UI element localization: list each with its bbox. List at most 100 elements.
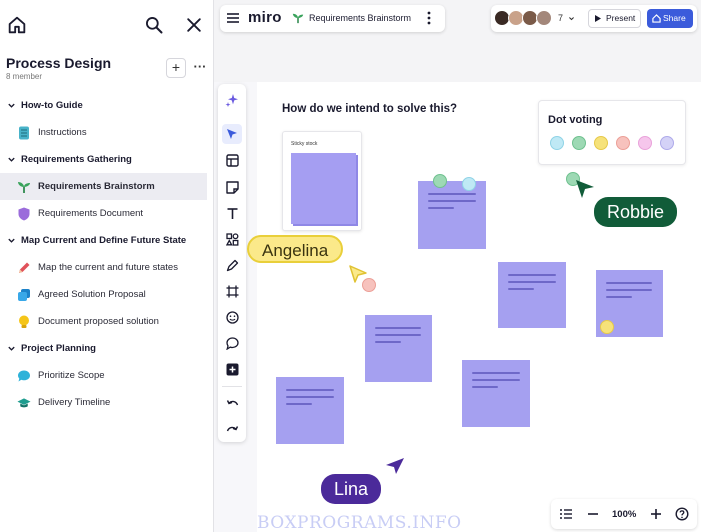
hamburger-menu-icon[interactable] (227, 11, 239, 25)
board-member-count: 8 member (6, 72, 43, 81)
note-text-line (472, 379, 520, 381)
frame-tool[interactable] (222, 281, 242, 301)
note-text-line (472, 372, 520, 374)
more-options-button[interactable]: ··· (192, 58, 208, 78)
more-vertical-icon[interactable] (426, 11, 432, 25)
note-text-line (428, 207, 454, 209)
search-icon[interactable] (144, 15, 164, 35)
cursor-pointer-icon (576, 180, 594, 198)
sticky-note-stack[interactable] (291, 153, 356, 224)
note-text-line (375, 327, 421, 329)
template-icon (225, 153, 239, 167)
select-tool[interactable] (222, 124, 242, 144)
sidebar-item-agreed-solution[interactable]: Agreed Solution Proposal (0, 281, 214, 308)
speech-bubble-icon (17, 369, 31, 383)
redo-button[interactable] (222, 420, 242, 440)
more-tools-button[interactable] (222, 359, 242, 379)
sidebar-item-label: Delivery Timeline (38, 397, 111, 408)
sidebar-item-delivery-timeline[interactable]: Delivery Timeline (0, 389, 214, 416)
vote-dot-placed[interactable] (462, 177, 476, 191)
collaborator-count[interactable]: 7 (558, 13, 563, 23)
vote-dot[interactable] (660, 136, 674, 150)
present-button[interactable]: Present (588, 9, 641, 28)
document-icon (17, 126, 31, 140)
plus-square-icon (226, 363, 238, 375)
reactions-tool[interactable] (222, 307, 242, 327)
board-title: Process Design (6, 55, 112, 71)
note-text-line (606, 282, 652, 284)
note-text-line (508, 274, 556, 276)
close-icon[interactable] (184, 15, 204, 35)
graduation-cap-icon (17, 396, 31, 410)
vote-dot-placed[interactable] (433, 174, 447, 188)
pen-icon (226, 259, 238, 271)
ai-sparkle-tool[interactable] (222, 90, 242, 110)
note-text-line (286, 389, 334, 391)
sticky-note[interactable] (276, 377, 344, 444)
sidebar-item-instructions[interactable]: Instructions (0, 119, 214, 146)
watermark: BOXPROGRAMS.INFO (257, 513, 462, 532)
cursor-tag-lina: Lina (321, 474, 382, 504)
section-how-to-guide[interactable]: How-to Guide (0, 92, 214, 119)
sticky-stock-widget[interactable]: Sticky stock (282, 131, 362, 231)
sticky-note[interactable] (462, 360, 530, 427)
present-label: Present (606, 13, 636, 23)
section-label: Map Current and Define Future State (21, 235, 187, 246)
section-label: Requirements Gathering (21, 154, 132, 165)
vote-dot[interactable] (616, 136, 630, 150)
note-text-line (606, 296, 632, 298)
section-requirements-gathering[interactable]: Requirements Gathering (0, 146, 214, 173)
sidebar-item-requirements-document[interactable]: Requirements Document (0, 200, 214, 227)
share-button[interactable]: Share (647, 9, 693, 28)
sidebar-item-label: Map the current and future states (38, 262, 178, 273)
sidebar-item-label: Agreed Solution Proposal (38, 289, 146, 300)
text-icon (227, 207, 237, 219)
sticky-note[interactable] (418, 181, 486, 249)
dot-voting-widget[interactable]: Dot voting (538, 100, 686, 165)
share-label: Share (663, 13, 686, 23)
section-map-current-define-future[interactable]: Map Current and Define Future State (0, 227, 214, 254)
add-frame-button[interactable]: + (166, 58, 186, 78)
help-icon[interactable] (675, 507, 689, 521)
comment-tool[interactable] (222, 333, 242, 353)
sticky-note[interactable] (365, 315, 432, 382)
section-label: How-to Guide (21, 100, 83, 111)
chevron-down-icon (8, 103, 15, 108)
board-name[interactable]: Requirements Brainstorm (309, 13, 411, 23)
emoji-icon (225, 310, 239, 324)
vote-dot-placed[interactable] (600, 320, 614, 334)
shapes-tool[interactable] (222, 229, 242, 249)
section-project-planning[interactable]: Project Planning (0, 335, 214, 362)
text-tool[interactable] (222, 203, 242, 223)
sticky-note[interactable] (498, 262, 566, 328)
pen-tool[interactable] (222, 255, 242, 275)
sidebar-item-requirements-brainstorm[interactable]: Requirements Brainstorm (0, 173, 207, 200)
sidebar-item-prioritize-scope[interactable]: Prioritize Scope (0, 362, 214, 389)
zoom-out-icon[interactable] (586, 507, 600, 521)
zoom-in-icon[interactable] (649, 507, 663, 521)
frame-question-heading[interactable]: How do we intend to solve this? (282, 103, 457, 115)
sidebar-header (0, 12, 214, 40)
sticky-note-tool[interactable] (222, 177, 242, 197)
list-icon[interactable] (559, 507, 573, 521)
zoom-level[interactable]: 100% (612, 509, 636, 520)
avatar[interactable] (536, 10, 552, 26)
home-icon[interactable] (6, 14, 28, 36)
stack-icon (17, 288, 31, 302)
toolbar-divider (222, 386, 242, 387)
vote-dot[interactable] (594, 136, 608, 150)
sidebar-item-map-states[interactable]: Map the current and future states (0, 254, 214, 281)
vote-dot[interactable] (550, 136, 564, 150)
miro-logo[interactable]: miro (248, 9, 282, 26)
chevron-down-icon[interactable] (568, 15, 575, 22)
shapes-icon (225, 232, 238, 246)
sidebar-item-document-solution[interactable]: Document proposed solution (0, 308, 214, 335)
templates-tool[interactable] (222, 150, 242, 170)
vote-dot[interactable] (638, 136, 652, 150)
chevron-down-icon (8, 346, 15, 351)
cursor-tag-angelina: Angelina (247, 235, 344, 263)
share-icon (652, 14, 661, 23)
undo-button[interactable] (222, 394, 242, 414)
note-text-line (286, 403, 312, 405)
vote-dot[interactable] (572, 136, 586, 150)
